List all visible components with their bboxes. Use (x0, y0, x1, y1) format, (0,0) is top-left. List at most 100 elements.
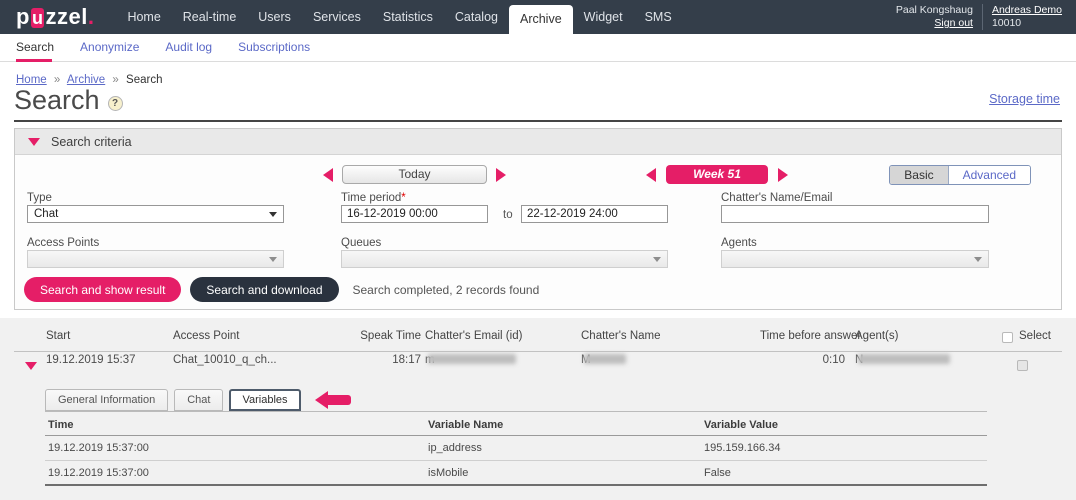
result-detail-panel: General Information Chat Variables Time … (45, 388, 987, 486)
select-all-checkbox[interactable] (1002, 332, 1013, 343)
results-header-row: Start Access Point Speak Time Chatter's … (0, 330, 1076, 350)
column-chatter-email: Chatter's Email (id) (425, 330, 522, 342)
previous-day-arrow-icon[interactable] (323, 168, 333, 182)
storage-time-link[interactable]: Storage time (989, 92, 1060, 106)
subnav-item-subscriptions[interactable]: Subscriptions (238, 34, 310, 62)
redacted-email (428, 354, 516, 364)
subnav-item-anonymize[interactable]: Anonymize (80, 34, 139, 62)
column-access-point: Access Point (173, 330, 239, 342)
today-button[interactable]: Today (342, 165, 487, 184)
nav-item-sms[interactable]: SMS (634, 0, 683, 34)
nav-item-statistics[interactable]: Statistics (372, 0, 444, 34)
nav-item-home[interactable]: Home (116, 0, 171, 34)
tab-variables[interactable]: Variables (229, 389, 300, 411)
column-start: Start (46, 330, 70, 342)
next-day-arrow-icon[interactable] (496, 168, 506, 182)
required-asterisk: * (401, 192, 405, 204)
chevron-down-icon (974, 257, 982, 262)
nav-item-services[interactable]: Services (302, 0, 372, 34)
app-screen: puzzel. Home Real-time Users Services St… (0, 0, 1076, 500)
queues-select[interactable] (341, 250, 668, 268)
next-week-arrow-icon[interactable] (778, 168, 788, 182)
access-points-select[interactable] (27, 250, 284, 268)
column-variable-name: Variable Name (428, 419, 704, 431)
nav-item-widget[interactable]: Widget (573, 0, 634, 34)
main-nav: Home Real-time Users Services Statistics… (116, 0, 682, 34)
tab-general-information[interactable]: General Information (45, 389, 168, 411)
chevron-down-icon (653, 257, 661, 262)
title-divider (14, 120, 1062, 122)
tab-chat[interactable]: Chat (174, 389, 223, 411)
cell-variable-value: False (704, 467, 987, 479)
page-title-text: Search (14, 85, 100, 116)
user-name: Paal Kongshaug (896, 4, 973, 17)
previous-week-arrow-icon[interactable] (646, 168, 656, 182)
page-title: Search ? (14, 85, 123, 116)
account-id: 10010 (992, 17, 1062, 30)
variable-row: 19.12.2019 15:37:00 isMobile False (45, 461, 987, 486)
breadcrumb-current: Search (126, 74, 162, 86)
cell-time-before-answer: 0:10 (800, 354, 845, 366)
column-variable-value: Variable Value (704, 419, 987, 431)
basic-toggle-button[interactable]: Basic (890, 166, 948, 184)
chatter-name-email-input[interactable] (721, 205, 989, 223)
nav-item-users[interactable]: Users (247, 0, 302, 34)
column-agents: Agent(s) (855, 330, 898, 342)
result-row: 19.12.2019 15:37 Chat_10010_q_ch... 18:1… (0, 354, 1076, 380)
variable-row: 19.12.2019 15:37:00 ip_address 195.159.1… (45, 436, 987, 461)
annotation-arrow-icon (315, 391, 351, 409)
type-select[interactable]: Chat (27, 205, 284, 223)
type-label: Type (27, 192, 52, 204)
cell-time: 19.12.2019 15:37:00 (48, 467, 428, 479)
access-points-label: Access Points (27, 237, 99, 249)
sub-nav: Search Anonymize Audit log Subscriptions (0, 34, 1076, 62)
cell-variable-name: isMobile (428, 467, 704, 479)
date-navigation: Today Week 51 (323, 165, 788, 184)
puzzel-logo[interactable]: puzzel. (16, 4, 94, 30)
logo-dot: . (88, 4, 95, 29)
column-time: Time (48, 419, 428, 431)
nav-item-catalog[interactable]: Catalog (444, 0, 509, 34)
cell-time: 19.12.2019 15:37:00 (48, 442, 428, 454)
nav-item-archive[interactable]: Archive (509, 5, 573, 34)
time-period-to-input[interactable] (521, 205, 668, 223)
week-button[interactable]: Week 51 (666, 165, 768, 184)
to-label: to (503, 209, 513, 221)
time-period-label: Time period* (341, 192, 406, 204)
row-expander-icon[interactable] (25, 362, 37, 370)
results-section: Start Access Point Speak Time Chatter's … (0, 318, 1076, 500)
search-show-result-button[interactable]: Search and show result (24, 277, 181, 302)
cell-access-point: Chat_10010_q_ch... (173, 354, 277, 366)
cell-variable-value: 195.159.166.34 (704, 442, 987, 454)
row-select-checkbox[interactable] (1017, 360, 1028, 371)
redacted-name (584, 354, 626, 364)
search-criteria-label: Search criteria (51, 135, 132, 149)
account-name-link[interactable]: Andreas Demo (992, 4, 1062, 17)
column-speak-time: Speak Time (350, 330, 421, 342)
advanced-toggle-button[interactable]: Advanced (949, 166, 1030, 184)
search-status-text: Search completed, 2 records found (353, 283, 540, 297)
tabs-divider (45, 411, 987, 412)
help-icon[interactable]: ? (108, 96, 123, 111)
nav-item-real-time[interactable]: Real-time (172, 0, 248, 34)
user-block: Paal Kongshaug Sign out Andreas Demo 100… (896, 4, 1062, 30)
cell-speak-time: 18:17 (350, 354, 421, 366)
sign-out-link[interactable]: Sign out (896, 17, 973, 30)
time-period-from-input[interactable] (341, 205, 488, 223)
redacted-agent (858, 354, 950, 364)
cell-start: 19.12.2019 15:37 (46, 354, 136, 366)
cell-variable-name: ip_address (428, 442, 704, 454)
chatter-name-email-label: Chatter's Name/Email (721, 192, 832, 204)
agents-select[interactable] (721, 250, 989, 268)
queues-label: Queues (341, 237, 381, 249)
search-download-button[interactable]: Search and download (190, 277, 338, 302)
logo-text: p (16, 4, 30, 29)
subnav-item-audit-log[interactable]: Audit log (165, 34, 212, 62)
column-chatter-name: Chatter's Name (581, 330, 661, 342)
column-select: Select (1019, 330, 1051, 342)
search-criteria-header[interactable]: Search criteria (15, 129, 1061, 155)
chevron-down-icon (269, 257, 277, 262)
subnav-item-search[interactable]: Search (16, 34, 54, 62)
search-buttons-row: Search and show result Search and downlo… (24, 277, 539, 302)
variables-header-row: Time Variable Name Variable Value (45, 414, 987, 436)
